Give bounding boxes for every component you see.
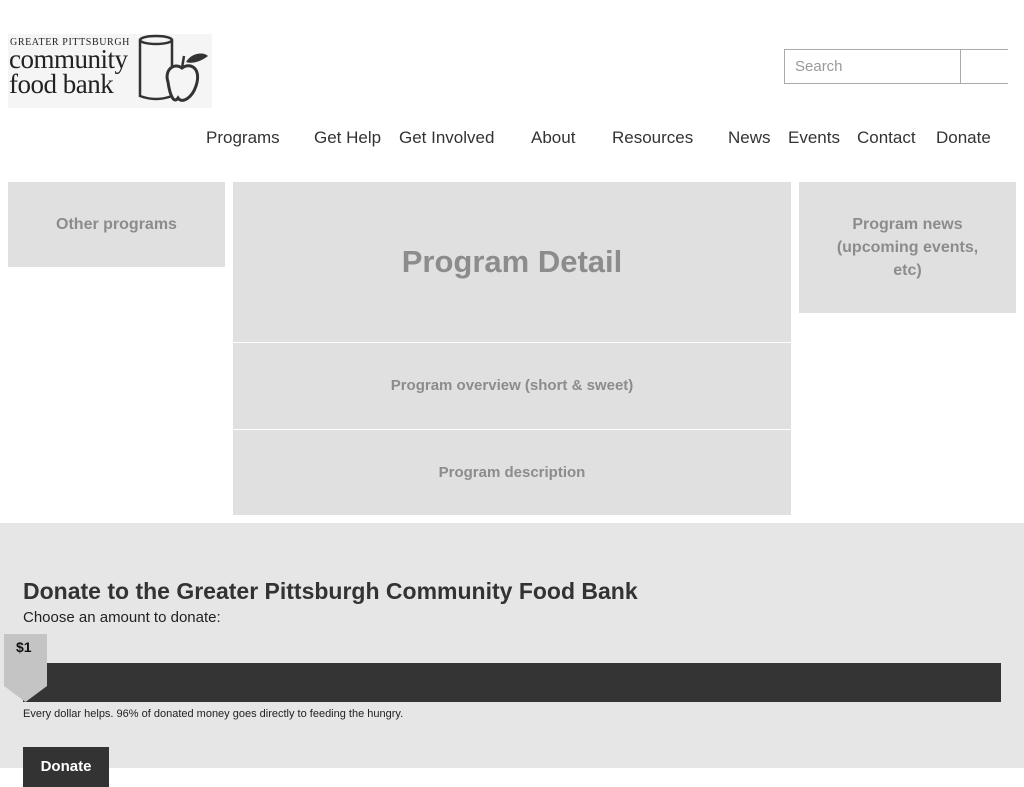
donate-button[interactable]: Donate (23, 747, 109, 787)
nav-donate[interactable]: Donate (936, 128, 991, 148)
search-button[interactable] (962, 50, 1008, 83)
nav-about[interactable]: About (531, 128, 575, 148)
program-detail-heading: Program Detail (233, 182, 791, 342)
search-input[interactable] (785, 50, 961, 83)
donation-slider-track[interactable] (23, 663, 1001, 702)
donate-section: Donate to the Greater Pittsburgh Communi… (0, 523, 1024, 787)
program-news-label: Program news (upcoming events, etc) (836, 216, 979, 279)
nav-events[interactable]: Events (788, 128, 840, 148)
program-news-panel: Program news (upcoming events, etc) (799, 182, 1016, 313)
donate-note: Every dollar helps. 96% of donated money… (23, 708, 404, 720)
search-box (784, 49, 1008, 84)
can-and-apple-icon (138, 34, 208, 102)
program-description-panel: Program description (233, 430, 791, 515)
donate-title: Donate to the Greater Pittsburgh Communi… (23, 578, 638, 604)
other-programs-panel: Other programs (8, 182, 225, 267)
logo-line-3: food bank (9, 69, 114, 99)
nav-programs[interactable]: Programs (206, 128, 280, 148)
nav-news[interactable]: News (728, 128, 771, 148)
donation-amount-label: $1 (16, 639, 32, 655)
nav-contact[interactable]: Contact (857, 128, 916, 148)
program-overview-panel: Program overview (short & sweet) (233, 343, 791, 429)
nav-get-help[interactable]: Get Help (314, 128, 381, 148)
nav-get-involved[interactable]: Get Involved (399, 128, 494, 148)
site-logo[interactable]: GREATER PITTSBURGH community food bank (8, 34, 212, 108)
donate-subtitle: Choose an amount to donate: (23, 609, 221, 626)
nav-resources[interactable]: Resources (612, 128, 693, 148)
